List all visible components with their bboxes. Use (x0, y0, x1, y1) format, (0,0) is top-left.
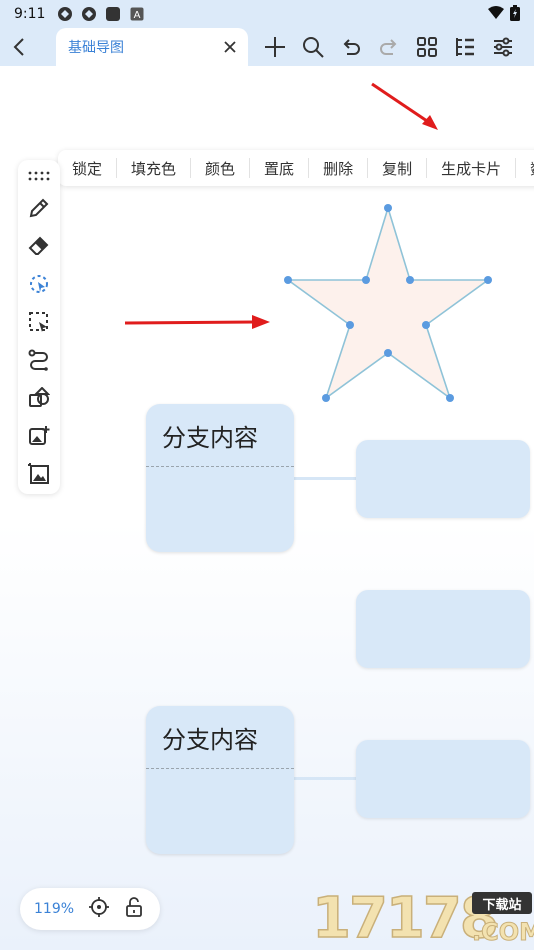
menu-item-color[interactable]: 颜色 (191, 158, 251, 178)
svg-text:A: A (134, 10, 141, 21)
outline-icon (456, 38, 474, 56)
add-image-tool[interactable] (27, 424, 51, 448)
app-notification-icon (81, 6, 97, 22)
watermark-badge: 下载站 (472, 892, 532, 914)
leaf-node[interactable] (356, 740, 530, 818)
node-divider (146, 768, 294, 769)
watermark-number: 17178 (311, 885, 499, 950)
annotation-arrow-icon (124, 315, 270, 329)
image-icon (28, 463, 49, 484)
menu-item-send-to-back[interactable]: 置底 (250, 158, 310, 178)
image-tool[interactable] (27, 462, 51, 486)
wifi-icon (488, 6, 504, 24)
image-add-icon (29, 426, 50, 445)
battery-icon (510, 5, 520, 25)
branch-node[interactable]: 分支内容 (146, 706, 294, 854)
star-shape[interactable] (278, 198, 498, 408)
unlock-icon (126, 897, 142, 917)
left-toolbar (18, 160, 60, 494)
add-button[interactable] (262, 34, 288, 60)
shape-icon (29, 387, 50, 407)
undo-button[interactable] (338, 34, 364, 60)
node-divider (146, 466, 294, 467)
lock-button[interactable] (124, 896, 144, 922)
status-time: 9:11 (14, 6, 46, 22)
status-bar: 9:11 A (0, 0, 534, 28)
pen-tool[interactable] (27, 196, 51, 220)
menu-item-copy[interactable]: 复制 (368, 158, 428, 178)
branch-node[interactable]: 分支内容 (146, 404, 294, 552)
tab-close-button[interactable] (220, 37, 240, 57)
document-tab[interactable]: 基础导图 (56, 28, 248, 66)
annotation-arrow-icon (371, 82, 438, 130)
zoom-controls: 119% (20, 888, 160, 930)
connector-icon (28, 349, 48, 371)
eraser-icon (28, 236, 49, 255)
search-button[interactable] (300, 34, 326, 60)
node-connector (294, 777, 356, 780)
more-dots-icon (28, 171, 50, 181)
tab-title: 基础导图 (68, 40, 124, 56)
branch-node-title: 分支内容 (162, 726, 258, 754)
redo-button[interactable] (376, 34, 402, 60)
menu-item-lock[interactable]: 锁定 (58, 158, 118, 178)
lasso-select-tool[interactable] (27, 272, 51, 296)
pen-icon (29, 198, 49, 218)
menu-item-fill-color[interactable]: 填充色 (117, 158, 192, 178)
selection-context-menu: 锁定 填充色 颜色 置底 删除 复制 生成卡片 数 (58, 150, 534, 186)
zoom-level[interactable]: 119% (34, 901, 74, 917)
leaf-node[interactable] (356, 590, 530, 668)
watermark-logo: 17178 下载站 .COM (311, 884, 534, 950)
app-notification-icon (57, 6, 73, 22)
back-button[interactable] (0, 28, 40, 66)
leaf-node[interactable] (356, 440, 530, 518)
a-notification-icon: A (129, 6, 145, 22)
grid-icon (417, 37, 437, 57)
menu-item-delete[interactable]: 删除 (309, 158, 369, 178)
square-notification-icon (105, 6, 121, 22)
menu-item-data[interactable]: 数 (516, 158, 534, 178)
shape-tool[interactable] (27, 386, 51, 410)
watermark-domain: .COM (471, 918, 534, 947)
settings-sliders-icon (494, 37, 512, 57)
menu-item-generate-card[interactable]: 生成卡片 (427, 158, 517, 178)
connector-tool[interactable] (27, 348, 51, 372)
more-button[interactable] (27, 164, 51, 188)
crosshair-icon (89, 897, 110, 917)
settings-button[interactable] (490, 34, 516, 60)
redo-icon (380, 39, 397, 55)
lasso-select-icon (30, 275, 48, 293)
outline-button[interactable] (452, 34, 478, 60)
locate-button[interactable] (88, 896, 110, 922)
close-icon (224, 41, 236, 53)
grid-view-button[interactable] (414, 34, 440, 60)
box-select-tool[interactable] (27, 310, 51, 334)
branch-node-title: 分支内容 (162, 424, 258, 452)
app-header: 基础导图 (0, 28, 534, 66)
selection-box-icon (29, 312, 48, 332)
node-connector (294, 477, 356, 480)
search-icon (303, 37, 324, 58)
add-icon (265, 37, 285, 57)
undo-icon (343, 39, 360, 55)
header-toolbar (262, 28, 516, 66)
back-arrow-icon (13, 38, 24, 56)
eraser-tool[interactable] (27, 234, 51, 258)
